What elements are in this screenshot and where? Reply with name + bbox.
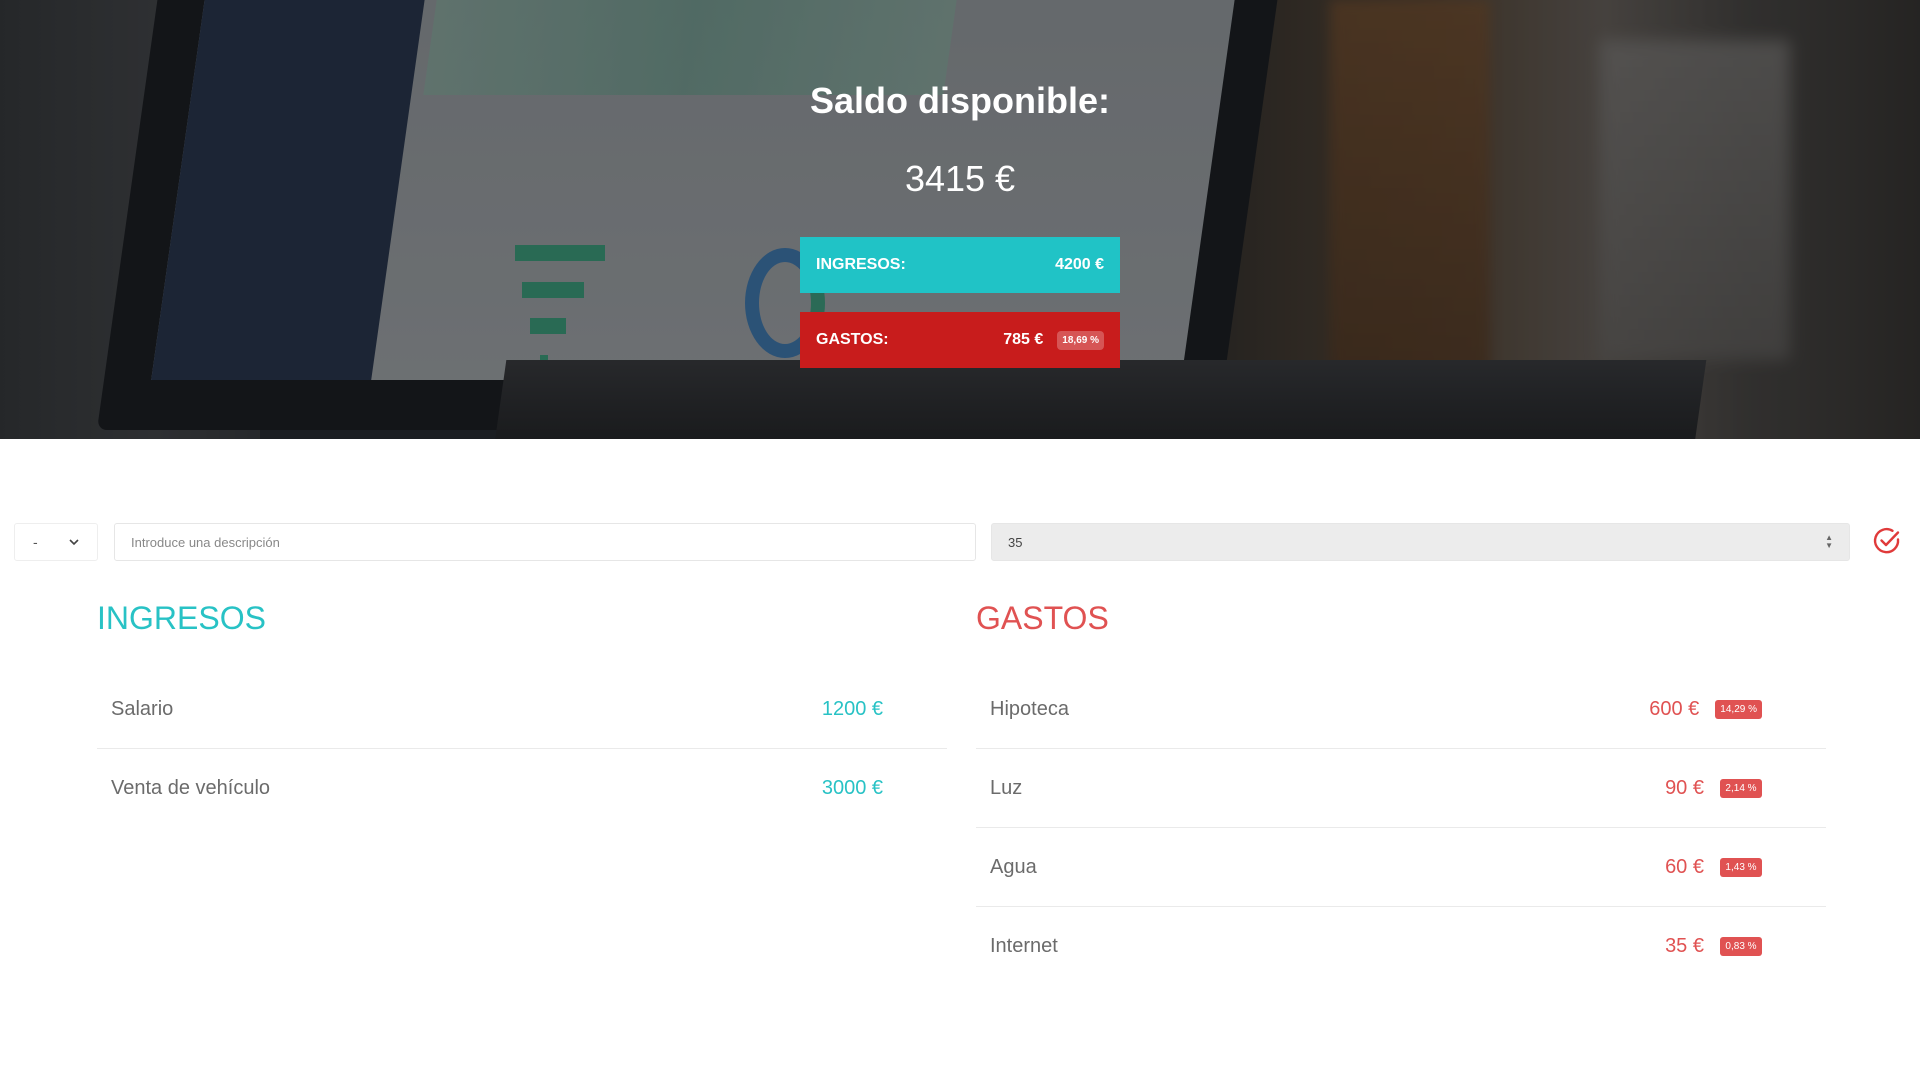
expense-percentage-badge: 14,29 % [1715,699,1762,719]
expense-item-value: 35 € [1665,935,1704,957]
chevron-down-icon [69,539,79,546]
expense-summary-percentage: 18,69 % [1057,330,1104,350]
expense-list-title: GASTOS [976,600,1109,636]
income-list-title: INGRESOS [97,600,266,636]
expense-item-description: Agua [990,855,1037,878]
expense-summary: GASTOS: 785 € 18,69 % [800,312,1120,368]
expense-item-value: 600 € [1649,697,1700,720]
expense-percentage-badge: 0,83 % [1720,937,1762,956]
type-select[interactable]: - [14,523,98,561]
description-input[interactable] [114,523,976,561]
income-item-value: 1200 € [821,697,883,720]
expense-item-value: 60 € [1665,855,1704,878]
spinner-arrows-icon[interactable]: ▲ ▼ [1825,534,1833,550]
income-summary: INGRESOS: 4200 € [800,237,1120,293]
expense-item-description: Luz [990,776,1023,799]
type-select-value: - [33,534,38,550]
income-summary-value: 4200 € [1055,256,1104,273]
expense-item-value: 90 € [1665,776,1704,799]
balance-amount: 3415 € [904,158,1016,199]
expense-item: Agua 60 € 1,43 % [976,828,1826,907]
value-input[interactable]: 35 ▲ ▼ [991,523,1850,561]
add-item-form: - 35 ▲▼ [0,523,1920,563]
expense-summary-label: GASTOS: [816,331,889,348]
expense-item: Hipoteca 600 € 14,29 % [976,670,1826,749]
expense-list: GASTOS Hipoteca 600 € 14,29 % Luz 90 € 2… [976,600,1836,986]
expense-item-description: Hipoteca [990,697,1069,720]
income-item-value: 3000 € [821,777,883,799]
income-summary-label: INGRESOS: [816,256,906,273]
hero-section: Saldo disponible: 3415 € INGRESOS: 4200 … [0,0,1920,439]
income-item-description: Salario [111,697,174,720]
income-list: INGRESOS Salario 1200 € Venta de vehícul… [97,600,957,828]
income-item: Venta de vehículo 3000 € [97,749,947,828]
expense-summary-value: 785 € [1003,331,1044,348]
expense-item: Luz 90 € 2,14 % [976,749,1826,828]
expense-item-description: Internet [990,935,1058,957]
income-item-description: Venta de vehículo [111,777,271,799]
income-item: Salario 1200 € [97,670,947,749]
balance-title: Saldo disponible: [809,80,1110,121]
expense-item: Internet 35 € 0,83 % [976,907,1826,986]
value-input-text: 35 [1008,534,1023,550]
expense-percentage-badge: 2,14 % [1720,778,1762,798]
check-circle-icon[interactable] [1872,526,1902,556]
expense-percentage-badge: 1,43 % [1720,857,1762,877]
